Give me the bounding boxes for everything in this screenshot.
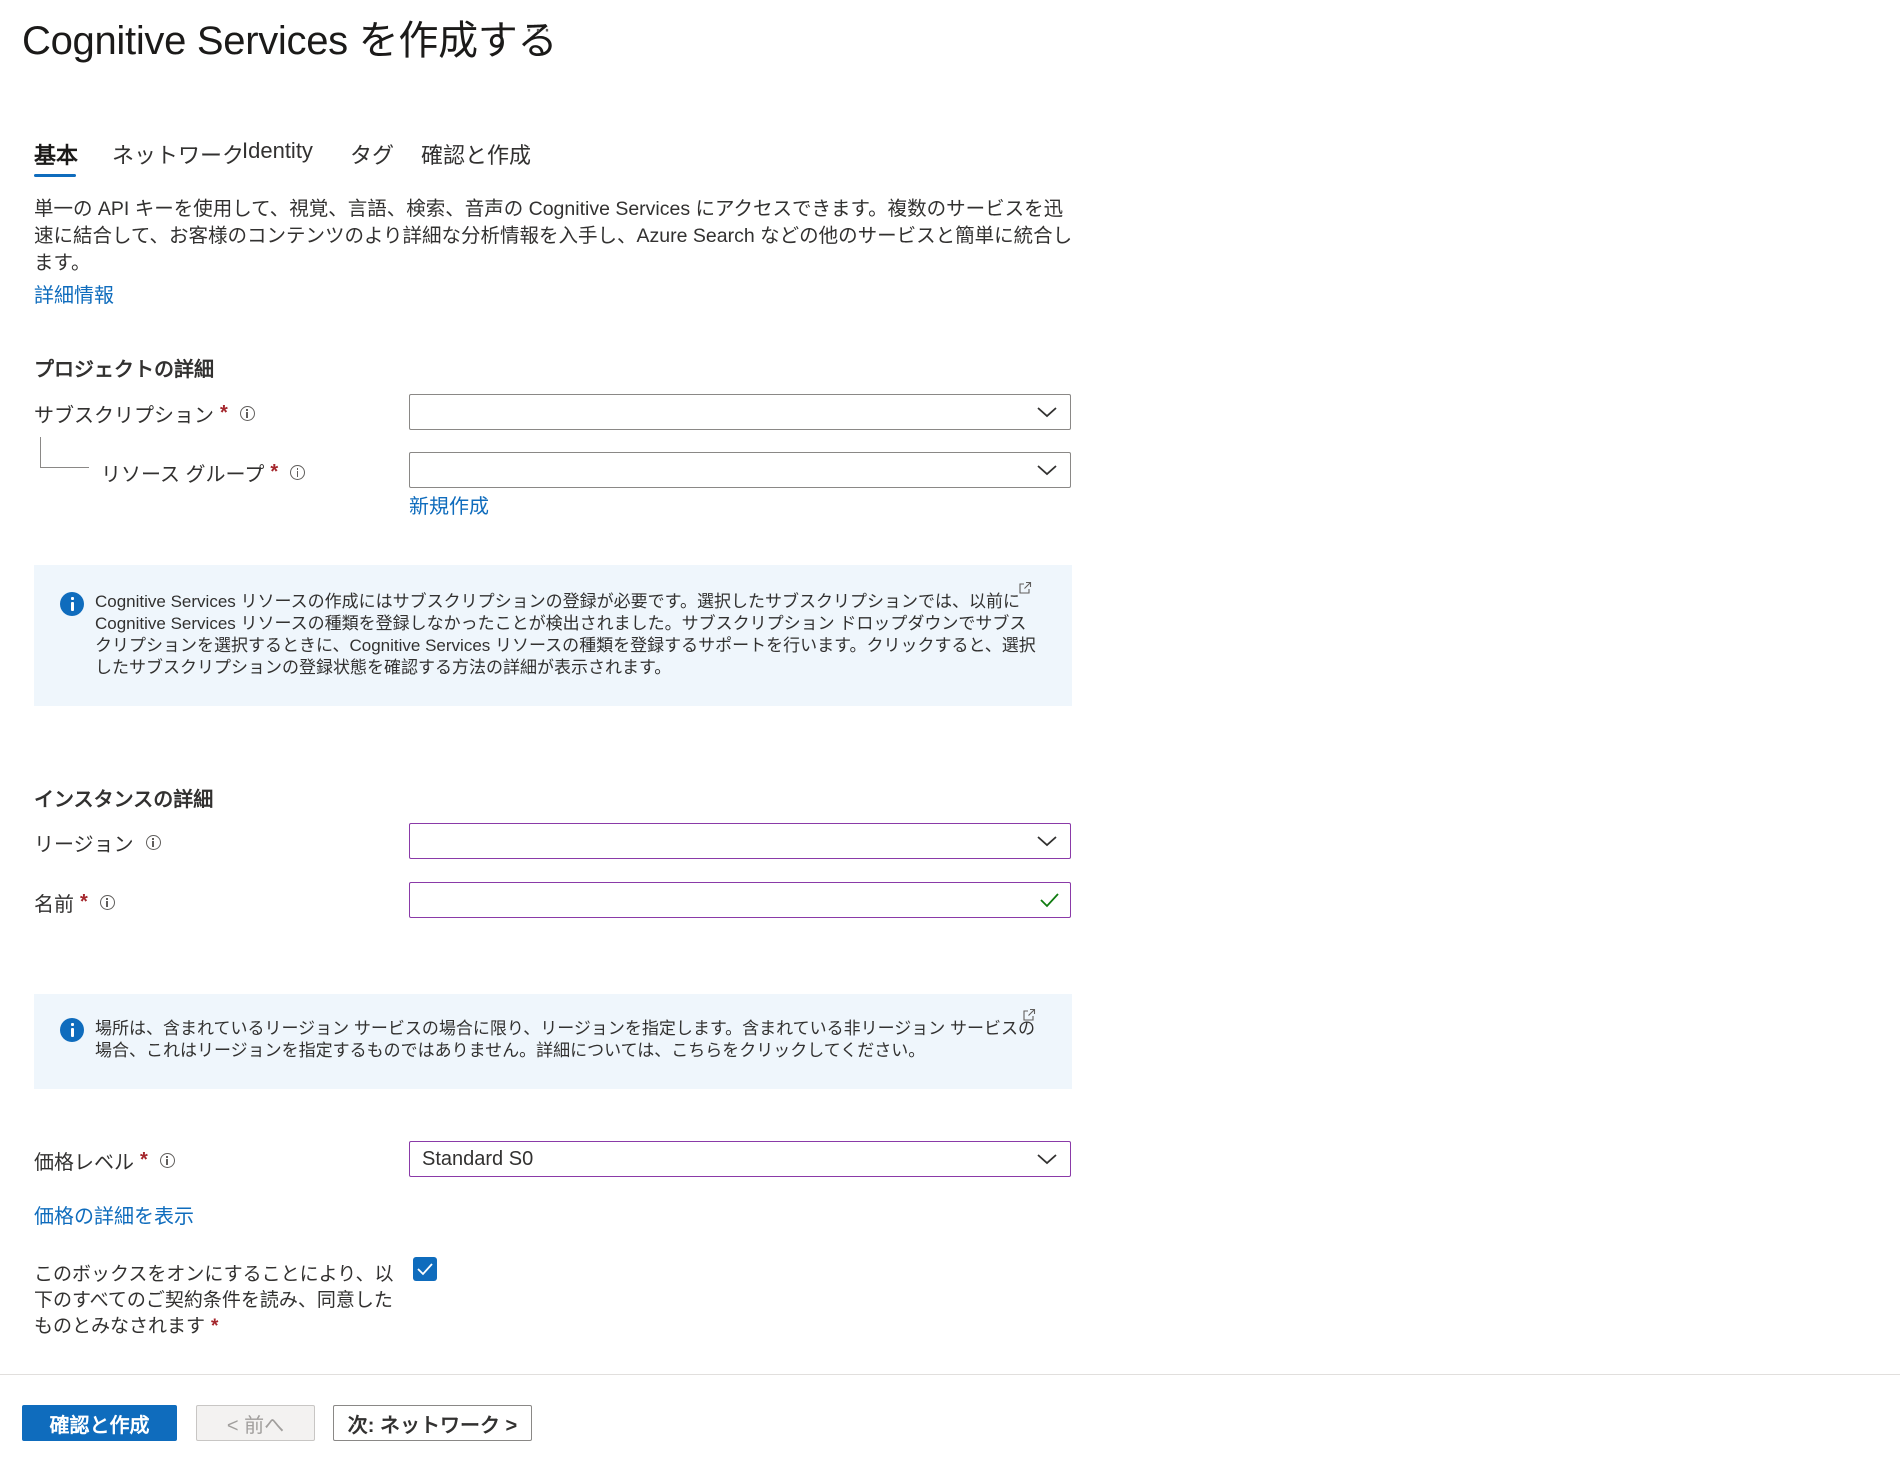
pricing-tier-label-text: 価格レベル [34,1152,134,1174]
next-network-button[interactable]: 次: ネットワーク > [333,1405,532,1441]
pricing-tier-label: 価格レベル * [34,1146,175,1175]
previous-button[interactable]: < 前へ [196,1405,315,1441]
tab-identity[interactable]: Identity [242,138,313,164]
review-create-button[interactable]: 確認と作成 [22,1405,177,1441]
terms-label: このボックスをオンにすることにより、以下のすべてのご契約条件を読み、同意したもの… [34,1262,394,1340]
infobox-text: Cognitive Services リソースの作成にはサブスクリプションの登録… [95,592,1036,677]
info-filled-icon [60,592,84,616]
project-details-heading: プロジェクトの詳細 [34,359,214,381]
required-mark: * [220,402,228,424]
required-mark: * [140,1149,148,1171]
infobox-text: 場所は、含まれているリージョン サービスの場合に限り、リージョンを指定します。含… [95,1019,1036,1060]
subscription-dropdown[interactable] [409,394,1071,430]
instance-details-heading: インスタンスの詳細 [34,789,214,811]
info-icon[interactable] [145,835,161,850]
terms-checkbox[interactable] [413,1257,437,1281]
region-label-text: リージョン [34,834,134,856]
info-icon[interactable] [99,895,115,910]
region-infobox[interactable]: 場所は、含まれているリージョン サービスの場合に限り、リージョンを指定します。含… [34,994,1072,1089]
subscription-label: サブスクリプション * [34,399,255,428]
pricing-tier-value: Standard S0 [422,1148,534,1170]
footer-divider [0,1374,1900,1375]
subscription-label-text: サブスクリプション [34,405,214,427]
checkmark-icon [417,1263,433,1276]
region-dropdown[interactable] [409,823,1071,859]
pricing-tier-dropdown[interactable]: Standard S0 [409,1141,1071,1177]
create-new-link[interactable]: 新規作成 [409,490,489,519]
name-input[interactable] [409,882,1071,918]
resource-group-dropdown[interactable] [409,452,1071,488]
name-label-text: 名前 [34,894,74,916]
info-filled-icon [60,1018,84,1042]
more-icon[interactable]: ··· [525,16,552,44]
chevron-down-icon [1037,1154,1057,1165]
chevron-down-icon [1037,465,1057,476]
pricing-details-link[interactable]: 価格の詳細を表示 [34,1200,194,1229]
required-mark: * [80,891,88,913]
chevron-down-icon [1037,836,1057,847]
resource-group-label: リソース グループ * [101,458,306,487]
active-tab-indicator [34,174,76,177]
info-icon[interactable] [239,406,255,421]
tab-basics[interactable]: 基本 [34,138,78,170]
page-title: Cognitive Services を作成する [22,19,558,63]
info-icon[interactable] [159,1153,175,1168]
external-link-icon[interactable] [1022,1008,1036,1022]
name-label: 名前 * [34,888,115,917]
checkmark-icon [1040,893,1059,908]
tab-tags[interactable]: タグ [350,138,394,170]
chevron-down-icon [1037,407,1057,418]
region-label: リージョン [34,828,161,857]
required-mark: * [270,461,279,483]
description-text: 単一の API キーを使用して、視覚、言語、検索、音声の Cognitive S… [34,198,1073,274]
resource-group-label-text: リソース グループ [101,464,265,486]
info-icon[interactable] [290,465,306,480]
tree-connector [40,437,89,468]
subscription-registration-infobox[interactable]: Cognitive Services リソースの作成にはサブスクリプションの登録… [34,565,1072,706]
tab-network[interactable]: ネットワーク [112,138,244,170]
tab-review-create[interactable]: 確認と作成 [421,138,531,170]
learn-more-link[interactable]: 詳細情報 [34,279,114,308]
required-mark: * [211,1316,219,1337]
external-link-icon[interactable] [1018,581,1032,595]
